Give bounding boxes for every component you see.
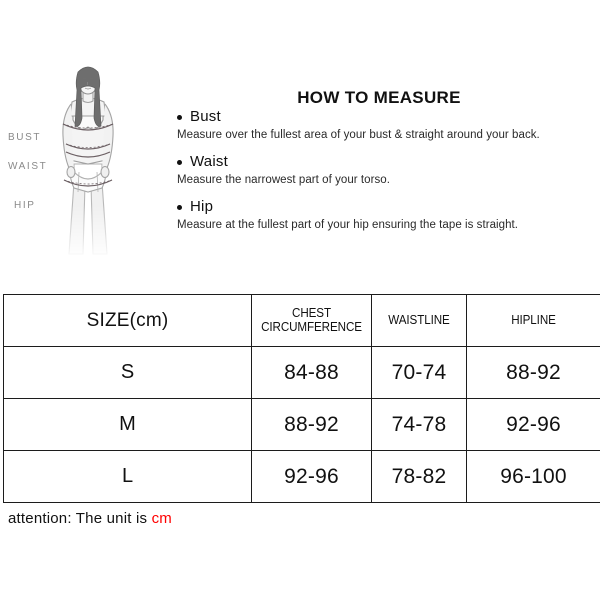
cell-size-m: M <box>3 398 252 451</box>
table-row: S 84-88 70-74 88-92 <box>3 346 600 399</box>
attention-note: attention: The unit is cm <box>8 510 172 527</box>
cell-chest-m: 88-92 <box>251 398 372 451</box>
figure-label-bust: BUST <box>8 132 42 143</box>
table-row: L 92-96 78-82 96-100 <box>3 450 600 503</box>
measure-item-waist-description: Measure the narrowest part of your torso… <box>177 174 390 186</box>
measure-item-bust-heading: Bust <box>170 108 600 126</box>
cell-hip-m: 92-96 <box>466 398 600 451</box>
header-cell-waistline: WAISTLINE <box>371 294 467 347</box>
how-to-measure-section: BUST WAIST HIP HOW TO MEASURE Bust Measu… <box>0 0 600 285</box>
cell-hip-l: 96-100 <box>466 450 600 503</box>
header-hipline-text: HIPLINE <box>511 312 556 327</box>
measure-item-waist-heading: Waist <box>170 153 600 171</box>
cell-size-l: L <box>3 450 252 503</box>
cell-size-s: S <box>3 346 252 399</box>
figure-label-waist: WAIST <box>8 161 48 172</box>
attention-note-unit: cm <box>151 510 172 527</box>
figure-label-hip: HIP <box>14 200 36 211</box>
measure-item-bust-label: Bust <box>190 108 221 125</box>
cell-chest-s: 84-88 <box>251 346 372 399</box>
measure-item-bust-description: Measure over the fullest area of your bu… <box>177 129 540 141</box>
female-body-diagram-icon <box>38 64 138 260</box>
header-chest-line1: CHEST <box>292 306 331 320</box>
attention-note-text: attention: The unit is <box>8 510 152 527</box>
cell-waist-l: 78-82 <box>371 450 467 503</box>
table-row: M 88-92 74-78 92-96 <box>3 398 600 451</box>
measure-item-hip-label: Hip <box>190 198 214 215</box>
header-cell-size: SIZE(cm) <box>3 294 252 347</box>
header-cell-hipline: HIPLINE <box>466 294 600 347</box>
bullet-icon <box>177 160 182 165</box>
measure-item-hip-heading: Hip <box>170 198 600 216</box>
measure-item-bust: Bust Measure over the fullest area of yo… <box>170 108 600 143</box>
how-to-measure-title: HOW TO MEASURE <box>297 88 461 107</box>
cell-hip-s: 88-92 <box>466 346 600 399</box>
bullet-icon <box>177 115 182 120</box>
measure-item-waist: Waist Measure the narrowest part of your… <box>170 153 600 188</box>
measure-item-waist-label: Waist <box>190 153 228 170</box>
cell-chest-l: 92-96 <box>251 450 372 503</box>
measure-item-hip-description: Measure at the fullest part of your hip … <box>177 219 519 231</box>
measure-item-hip: Hip Measure at the fullest part of your … <box>170 198 600 233</box>
header-chest-line2: CIRCUMFERENCE <box>261 319 362 334</box>
header-cell-chest-circumference: CHEST CIRCUMFERENCE <box>251 294 372 347</box>
measure-instructions-panel: HOW TO MEASURE Bust Measure over the ful… <box>170 60 600 260</box>
measurement-figure-panel: BUST WAIST HIP <box>0 60 170 260</box>
table-header-row: SIZE(cm) CHEST CIRCUMFERENCE WAISTLINE H… <box>3 294 600 347</box>
size-chart-table: SIZE(cm) CHEST CIRCUMFERENCE WAISTLINE H… <box>3 294 600 503</box>
bullet-icon <box>177 205 182 210</box>
cell-waist-m: 74-78 <box>371 398 467 451</box>
cell-waist-s: 70-74 <box>371 346 467 399</box>
header-waistline-text: WAISTLINE <box>388 312 450 327</box>
